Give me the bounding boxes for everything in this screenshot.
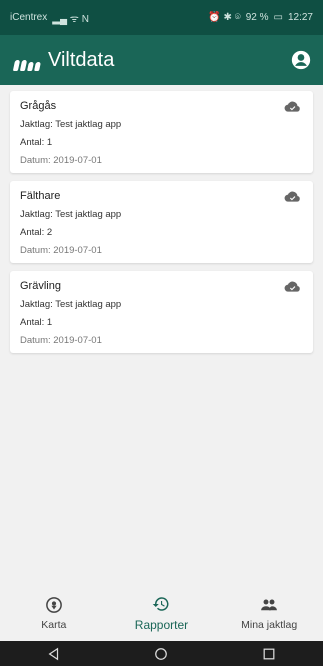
battery-icon: ▭ [273, 12, 283, 23]
report-antal: Antal: 2 [20, 227, 53, 238]
hoofprint-icon [12, 49, 41, 71]
cloud-done-icon [284, 191, 300, 202]
nav-item-rapporter[interactable]: Rapporter [111, 595, 211, 632]
map-pin-icon [45, 596, 62, 613]
app-bar: Viltdata [0, 35, 323, 85]
status-bar-left: iCentrex ▂▄ ᯤ N [10, 11, 89, 25]
report-antal: Antal: 1 [20, 137, 53, 148]
report-species: Grävling [20, 280, 61, 292]
people-icon [261, 599, 278, 610]
nav-item-mina-jaktlag[interactable]: Mina jaktlag [219, 596, 319, 631]
report-jaktlag: Jaktlag: Test jaktlag app [20, 299, 122, 310]
signal-icon: ▂▄ ᯤ N [52, 13, 89, 25]
history-icon [153, 596, 169, 611]
cloud-done-icon [284, 281, 300, 292]
system-nav-bar [0, 641, 323, 666]
cloud-done-icon [284, 101, 300, 112]
report-species: Fälthare [20, 190, 61, 202]
status-bar-right: ⏰ ✱ ⌾ 92 % ▭ 12:27 [208, 12, 313, 23]
report-species: Grågås [20, 100, 57, 112]
report-card[interactable]: Grävling Jaktlag: Test jaktlag app Antal… [10, 271, 313, 353]
report-card[interactable]: Fälthare Jaktlag: Test jaktlag app Antal… [10, 181, 313, 263]
report-jaktlag: Jaktlag: Test jaktlag app [20, 209, 122, 220]
nav-label-karta: Karta [41, 618, 67, 631]
report-datum: Datum: 2019-07-01 [20, 335, 102, 346]
report-list: Grågås Jaktlag: Test jaktlag app Antal: … [0, 85, 323, 585]
recents-icon[interactable] [262, 647, 276, 661]
brand: Viltdata [12, 48, 115, 72]
status-bar: iCentrex ▂▄ ᯤ N ⏰ ✱ ⌾ 92 % ▭ 12:27 [0, 0, 323, 35]
bottom-nav: Karta Rapporter Mina jaktlag [0, 585, 323, 641]
report-jaktlag: Jaktlag: Test jaktlag app [20, 119, 122, 130]
battery-text: 92 % [245, 12, 269, 23]
app-title: Viltdata [48, 48, 115, 71]
nav-label-mina-jaktlag: Mina jaktlag [241, 618, 298, 631]
account-circle-icon[interactable] [291, 50, 311, 70]
report-datum: Datum: 2019-07-01 [20, 245, 102, 256]
back-icon[interactable] [47, 647, 61, 661]
report-antal: Antal: 1 [20, 317, 53, 328]
nav-item-karta[interactable]: Karta [4, 596, 104, 631]
status-icons: ⏰ ✱ ⌾ [208, 12, 241, 23]
report-card[interactable]: Grågås Jaktlag: Test jaktlag app Antal: … [10, 91, 313, 173]
clock-text: 12:27 [287, 12, 313, 23]
report-datum: Datum: 2019-07-01 [20, 155, 102, 166]
home-icon[interactable] [154, 647, 168, 661]
carrier-text: iCentrex [10, 12, 48, 23]
nav-label-rapporter: Rapporter [134, 617, 189, 632]
